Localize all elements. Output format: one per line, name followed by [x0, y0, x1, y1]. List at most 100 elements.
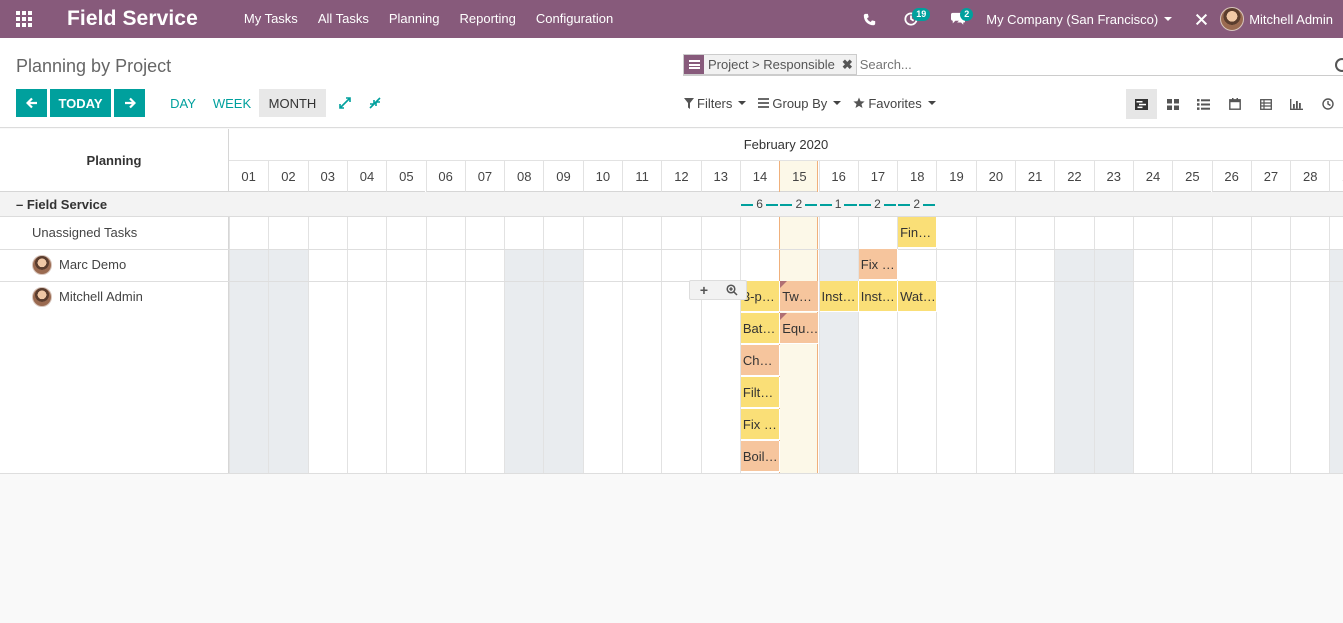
- nonworking-cell[interactable]: [1093, 249, 1133, 281]
- nonworking-cell[interactable]: [268, 249, 308, 281]
- groupby-dropdown[interactable]: Group By: [758, 96, 842, 111]
- day-column-28[interactable]: [1290, 217, 1329, 474]
- day-column-12[interactable]: [661, 217, 700, 474]
- nonworking-cell[interactable]: [504, 249, 544, 281]
- day-column-07[interactable]: [464, 217, 504, 474]
- user-avatar: [1220, 7, 1245, 31]
- day-header-04: 04: [346, 161, 387, 192]
- day-header-05: 05: [386, 161, 426, 192]
- company-switcher[interactable]: My Company (San Francisco): [980, 0, 1186, 38]
- debug-tools-icon[interactable]: [1186, 0, 1216, 38]
- day-column-10[interactable]: [582, 217, 622, 474]
- gantt-pill[interactable]: Equi...: [780, 313, 820, 344]
- day-column-04[interactable]: [346, 217, 386, 474]
- activity-icon[interactable]: 19: [886, 0, 936, 38]
- menu-planning[interactable]: Planning: [379, 0, 450, 38]
- day-column-24[interactable]: [1132, 217, 1172, 474]
- nonworking-cell[interactable]: [543, 249, 583, 281]
- search-input[interactable]: [859, 54, 1330, 75]
- pivot-view-icon[interactable]: [1250, 89, 1281, 119]
- favorites-label: Favorites: [868, 95, 922, 111]
- row-name: Mitchell Admin: [59, 289, 143, 304]
- scale-month-button[interactable]: MONTH: [259, 89, 326, 117]
- day-column-06[interactable]: [425, 217, 465, 474]
- nonworking-cell[interactable]: [268, 281, 308, 473]
- consolidation-value: 2: [910, 197, 924, 211]
- gantt-group-row[interactable]: – Field Service: [0, 192, 1343, 217]
- gantt-pill[interactable]: Fix s...: [740, 409, 781, 440]
- gantt-pill[interactable]: Wate...: [898, 281, 938, 312]
- expand-rows-icon[interactable]: [336, 89, 354, 117]
- row-divider: [0, 249, 1343, 250]
- plan-existing-button[interactable]: [718, 281, 746, 299]
- gantt-pill[interactable]: Two ...: [780, 281, 820, 312]
- nonworking-cell[interactable]: [543, 281, 583, 473]
- search-options-icon[interactable]: [1335, 58, 1343, 72]
- activity-badge: 19: [912, 8, 931, 21]
- nonworking-cell[interactable]: [1093, 281, 1133, 473]
- day-column-27[interactable]: [1250, 217, 1290, 474]
- apps-menu-icon[interactable]: [0, 0, 48, 38]
- view-switcher: [1126, 89, 1343, 119]
- gantt-pill[interactable]: Fix C...: [858, 249, 899, 280]
- messages-icon[interactable]: 2: [936, 0, 980, 38]
- nonworking-cell[interactable]: [504, 281, 544, 473]
- app-brand[interactable]: Field Service: [67, 7, 198, 31]
- gantt-pill[interactable]: Chec...: [740, 345, 781, 376]
- day-column-13[interactable]: [700, 217, 740, 474]
- activity-view-icon[interactable]: [1312, 89, 1343, 119]
- next-button[interactable]: [114, 89, 145, 117]
- add-task-button[interactable]: +: [690, 281, 718, 299]
- day-column-25[interactable]: [1172, 217, 1211, 474]
- gantt-pill[interactable]: Bath...: [740, 313, 781, 344]
- day-column-18[interactable]: [897, 217, 936, 474]
- filters-dropdown[interactable]: Filters: [684, 96, 747, 111]
- phone-icon[interactable]: [852, 0, 886, 38]
- gantt-pill[interactable]: Filter...: [740, 377, 781, 408]
- scale-day-button[interactable]: DAY: [163, 89, 203, 117]
- menu-my-tasks[interactable]: My Tasks: [234, 0, 308, 38]
- scale-week-button[interactable]: WEEK: [208, 89, 256, 117]
- list-view-icon[interactable]: [1188, 89, 1219, 119]
- gantt-pill[interactable]: Boile...: [740, 441, 781, 472]
- day-column-11[interactable]: [622, 217, 661, 474]
- day-header-03: 03: [307, 161, 347, 192]
- day-column-19[interactable]: [936, 217, 975, 474]
- user-menu[interactable]: Mitchell Admin: [1216, 0, 1343, 38]
- favorites-dropdown[interactable]: Favorites: [853, 95, 936, 111]
- menu-reporting[interactable]: Reporting: [449, 0, 525, 38]
- menu-configuration[interactable]: Configuration: [526, 0, 623, 38]
- nonworking-cell[interactable]: [1329, 281, 1343, 473]
- chevron-down-icon: [833, 101, 842, 105]
- previous-button[interactable]: [16, 89, 47, 117]
- day-column-05[interactable]: [386, 217, 425, 474]
- nonworking-cell[interactable]: [229, 281, 269, 473]
- day-header-11: 11: [622, 161, 662, 192]
- group-label[interactable]: – Field Service: [16, 192, 107, 217]
- graph-view-icon[interactable]: [1281, 89, 1312, 119]
- nonworking-cell[interactable]: [1054, 249, 1094, 281]
- today-button[interactable]: TODAY: [50, 89, 111, 117]
- nonworking-cell[interactable]: [818, 249, 858, 281]
- gantt-pill[interactable]: Insta...: [858, 281, 899, 312]
- day-column-21[interactable]: [1015, 217, 1054, 474]
- day-column-26[interactable]: [1211, 217, 1251, 474]
- gantt-pill[interactable]: Find ...: [898, 217, 938, 248]
- nonworking-cell[interactable]: [229, 249, 269, 281]
- row-avatar: [32, 255, 52, 275]
- kanban-view-icon[interactable]: [1157, 89, 1188, 119]
- day-column-20[interactable]: [975, 217, 1015, 474]
- menu-all-tasks[interactable]: All Tasks: [308, 0, 379, 38]
- nonworking-cell[interactable]: [1329, 249, 1343, 281]
- bars-icon: [758, 98, 770, 108]
- facet-remove-icon[interactable]: ✖: [839, 55, 856, 74]
- user-name: Mitchell Admin: [1249, 11, 1333, 27]
- calendar-view-icon[interactable]: [1219, 89, 1250, 119]
- nonworking-cell[interactable]: [1054, 281, 1094, 473]
- consolidation-value: 2: [871, 197, 884, 211]
- day-header-28: 28: [1290, 161, 1330, 192]
- day-column-03[interactable]: [307, 217, 347, 474]
- gantt-view-icon[interactable]: [1126, 89, 1157, 119]
- gantt-pill[interactable]: Insta...: [819, 281, 859, 312]
- collapse-rows-icon[interactable]: [366, 89, 384, 117]
